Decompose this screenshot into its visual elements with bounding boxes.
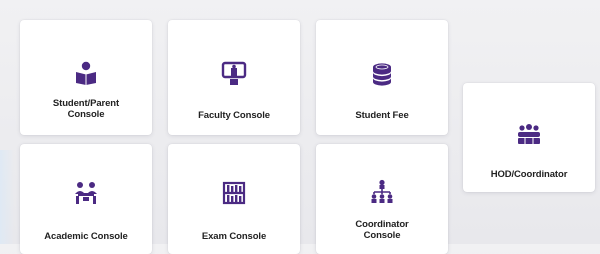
student-fee-label: Student Fee (355, 110, 409, 121)
team-group-icon (516, 121, 542, 147)
org-hierarchy-icon (369, 179, 395, 205)
faculty-console-label: Faculty Console (198, 110, 270, 121)
exam-bookshelf-icon (221, 180, 247, 206)
exam-console-label: Exam Console (201, 231, 267, 242)
background-fade (0, 150, 14, 244)
student-reading-icon (73, 60, 99, 86)
exam-console-tile[interactable]: Exam Console (168, 144, 300, 254)
student-parent-console-tile[interactable]: Student/Parent Console (20, 20, 152, 135)
coin-stack-icon (369, 61, 395, 87)
coordinator-console-tile[interactable]: Coordinator Console (316, 144, 448, 254)
hod-coordinator-tile[interactable]: HOD/Coordinator (463, 83, 595, 192)
academic-console-label: Academic Console (44, 231, 128, 242)
academic-console-tile[interactable]: Academic Console (20, 144, 152, 254)
faculty-console-tile[interactable]: Faculty Console (168, 20, 300, 135)
coordinator-console-label: Coordinator Console (355, 219, 409, 241)
classroom-desk-icon (73, 180, 99, 206)
presentation-board-icon (221, 60, 247, 86)
student-fee-tile[interactable]: Student Fee (316, 20, 448, 135)
hod-coordinator-label: HOD/Coordinator (490, 169, 568, 180)
student-parent-console-label: Student/Parent Console (52, 98, 120, 120)
